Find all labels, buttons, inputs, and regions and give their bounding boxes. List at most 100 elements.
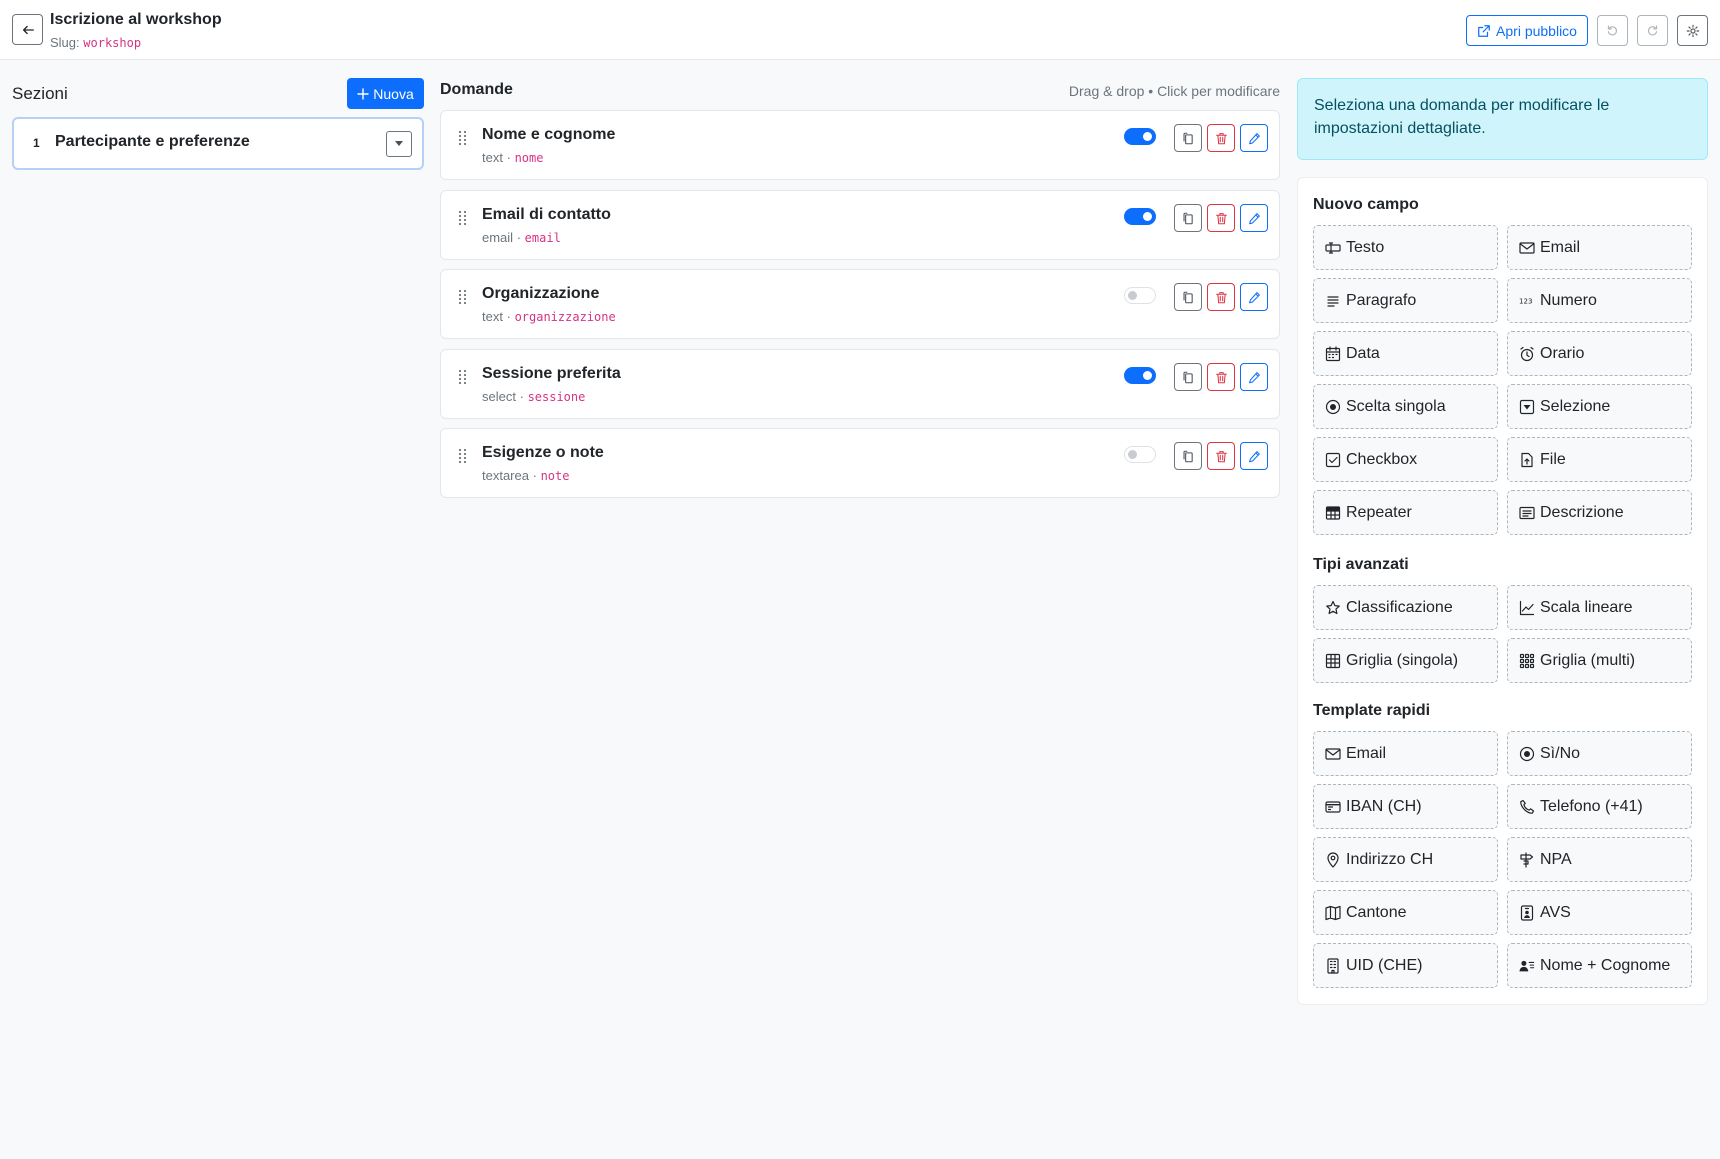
tile-label: Email	[1540, 238, 1581, 256]
question-card[interactable]: Nome e cognome text · nome	[440, 110, 1280, 180]
palette-tile[interactable]: Scelta singola	[1313, 384, 1498, 429]
redo-button[interactable]	[1637, 15, 1668, 46]
section-item[interactable]: 1 Partecipante e preferenze	[12, 117, 424, 170]
caret-down-icon	[395, 141, 403, 147]
palette-tile[interactable]: Scala lineare	[1507, 585, 1692, 630]
pencil-icon	[1248, 132, 1261, 145]
question-key: email	[524, 231, 561, 245]
palette-tile[interactable]: Testo	[1313, 225, 1498, 270]
palette-tile[interactable]: Data	[1313, 331, 1498, 376]
tile-label: Nome + Cognome	[1540, 956, 1671, 974]
delete-button[interactable]	[1207, 283, 1235, 311]
delete-button[interactable]	[1207, 124, 1235, 152]
duplicate-button[interactable]	[1174, 363, 1202, 391]
question-type: select	[482, 389, 516, 404]
edit-button[interactable]	[1240, 124, 1268, 152]
drag-handle-icon[interactable]	[458, 369, 467, 385]
palette-tile[interactable]: Paragrafo	[1313, 278, 1498, 323]
grid-dots-icon	[1519, 653, 1535, 669]
delete-button[interactable]	[1207, 442, 1235, 470]
palette-tile[interactable]: 123 Numero	[1507, 278, 1692, 323]
required-toggle[interactable]	[1124, 446, 1156, 463]
delete-button[interactable]	[1207, 204, 1235, 232]
duplicate-button[interactable]	[1174, 442, 1202, 470]
section-menu-button[interactable]	[386, 131, 412, 157]
palette-tile[interactable]: Nome + Cognome	[1507, 943, 1692, 988]
required-toggle[interactable]	[1124, 287, 1156, 304]
table-icon	[1325, 505, 1341, 521]
drag-handle-icon[interactable]	[458, 289, 467, 305]
question-card[interactable]: Sessione preferita select · sessione	[440, 349, 1280, 419]
meta-separator: ·	[532, 468, 537, 483]
tile-label: Descrizione	[1540, 503, 1624, 521]
tile-label: Repeater	[1346, 503, 1412, 521]
tile-label: Griglia (multi)	[1540, 651, 1636, 669]
question-card[interactable]: Email di contatto email · email	[440, 190, 1280, 260]
required-toggle[interactable]	[1124, 367, 1156, 384]
open-public-button[interactable]: Apri pubblico	[1466, 15, 1588, 46]
drag-handle-icon[interactable]	[458, 130, 467, 146]
grid-3x3-icon	[1325, 653, 1341, 669]
undo-icon	[1606, 24, 1619, 37]
drag-handle-icon[interactable]	[458, 448, 467, 464]
edit-button[interactable]	[1240, 283, 1268, 311]
duplicate-button[interactable]	[1174, 283, 1202, 311]
numbers-123-icon: 123	[1519, 293, 1535, 309]
settings-button[interactable]	[1677, 15, 1708, 46]
palette-tile[interactable]: Orario	[1507, 331, 1692, 376]
palette-tile[interactable]: Descrizione	[1507, 490, 1692, 535]
question-key: organizzazione	[514, 310, 616, 324]
palette-tile[interactable]: Classificazione	[1313, 585, 1498, 630]
palette-tile[interactable]: Cantone	[1313, 890, 1498, 935]
copy-icon	[1182, 212, 1195, 225]
question-card[interactable]: Esigenze o note textarea · note	[440, 428, 1280, 498]
edit-button[interactable]	[1240, 363, 1268, 391]
duplicate-button[interactable]	[1174, 204, 1202, 232]
plus-icon	[357, 87, 369, 100]
drag-handle-icon[interactable]	[458, 210, 467, 226]
tile-label: Selezione	[1540, 397, 1611, 415]
page-title: Iscrizione al workshop	[50, 11, 222, 28]
palette-tile[interactable]: Sì/No	[1507, 731, 1692, 776]
map-icon	[1325, 905, 1341, 921]
radio-icon	[1519, 746, 1535, 762]
tile-label: Classificazione	[1346, 598, 1453, 616]
question-card[interactable]: Organizzazione text · organizzazione	[440, 269, 1280, 339]
tile-label: NPA	[1540, 850, 1572, 868]
slug-value: workshop	[83, 36, 142, 50]
palette-tile[interactable]: File	[1507, 437, 1692, 482]
undo-button[interactable]	[1597, 15, 1628, 46]
trash-icon	[1215, 371, 1228, 384]
required-toggle[interactable]	[1124, 208, 1156, 225]
question-type: text	[482, 150, 503, 165]
question-label: Esigenze o note	[482, 444, 604, 461]
tile-label: Email	[1346, 744, 1387, 762]
sections-heading: Sezioni	[12, 84, 68, 103]
palette-tile[interactable]: AVS	[1507, 890, 1692, 935]
palette-tile[interactable]: Selezione	[1507, 384, 1692, 429]
edit-button[interactable]	[1240, 442, 1268, 470]
palette-tile[interactable]: Email	[1313, 731, 1498, 776]
svg-text:123: 123	[1519, 296, 1533, 305]
trash-icon	[1215, 132, 1228, 145]
edit-button[interactable]	[1240, 204, 1268, 232]
palette-tile[interactable]: Indirizzo CH	[1313, 837, 1498, 882]
palette-tile[interactable]: Repeater	[1313, 490, 1498, 535]
palette-tile[interactable]: Email	[1507, 225, 1692, 270]
question-label: Sessione preferita	[482, 365, 621, 382]
palette-tile[interactable]: Griglia (singola)	[1313, 638, 1498, 683]
delete-button[interactable]	[1207, 363, 1235, 391]
palette-tile[interactable]: IBAN (CH)	[1313, 784, 1498, 829]
credit-card-icon	[1325, 799, 1341, 815]
new-section-button[interactable]: Nuova	[347, 78, 424, 109]
radio-icon	[1325, 399, 1341, 415]
palette-tile[interactable]: Telefono (+41)	[1507, 784, 1692, 829]
palette-tile[interactable]: Griglia (multi)	[1507, 638, 1692, 683]
tile-label: Griglia (singola)	[1346, 651, 1459, 669]
required-toggle[interactable]	[1124, 128, 1156, 145]
palette-tile[interactable]: NPA	[1507, 837, 1692, 882]
back-button[interactable]	[12, 14, 43, 45]
palette-tile[interactable]: UID (CHE)	[1313, 943, 1498, 988]
palette-tile[interactable]: Checkbox	[1313, 437, 1498, 482]
duplicate-button[interactable]	[1174, 124, 1202, 152]
